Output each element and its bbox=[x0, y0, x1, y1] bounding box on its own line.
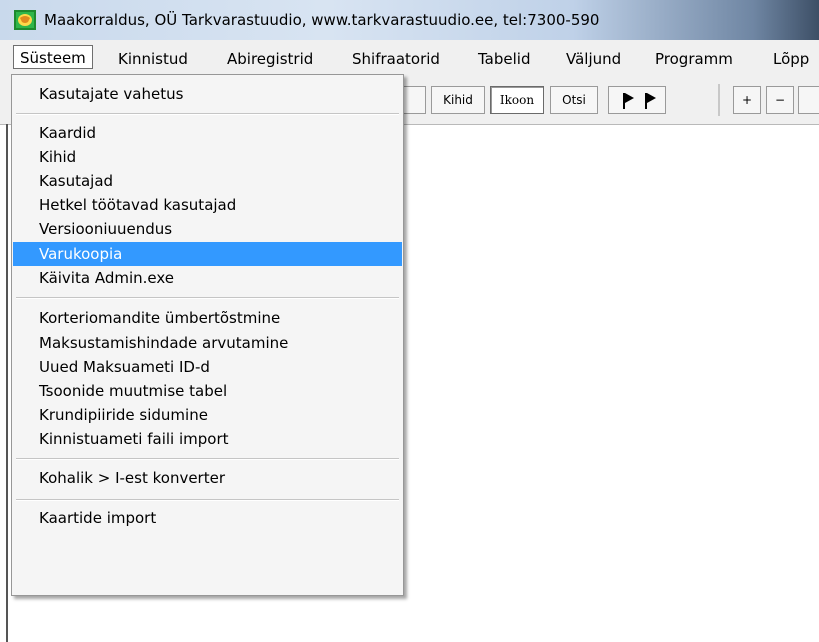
menu-item-tsoonide-muutmise-tabel[interactable]: Tsoonide muutmise tabel bbox=[13, 379, 402, 403]
menu-item-kohalik-konverter[interactable]: Kohalik > I-est konverter bbox=[13, 466, 402, 490]
app-globe-icon bbox=[14, 10, 36, 30]
menu-valjund[interactable]: Väljund bbox=[566, 49, 621, 69]
toolbar-separator bbox=[718, 84, 720, 116]
menu-item-varukoopia[interactable]: Varukoopia bbox=[13, 242, 402, 266]
menu-separator bbox=[16, 113, 399, 115]
menu-separator bbox=[16, 458, 399, 460]
menu-item-kasutajate-vahetus[interactable]: Kasutajate vahetus bbox=[13, 82, 402, 106]
menu-programm[interactable]: Programm bbox=[655, 49, 733, 69]
box-button[interactable] bbox=[798, 86, 819, 114]
menu-item-krundipiiride-sidumine[interactable]: Krundipiiride sidumine bbox=[13, 403, 402, 427]
menu-shifraatorid[interactable]: Shifraatorid bbox=[352, 49, 440, 69]
menu-item-versiooniuuendus[interactable]: Versiooniuuendus bbox=[13, 217, 402, 241]
menu-item-korteriomandite[interactable]: Korteriomandite ümbertõstmine bbox=[13, 306, 402, 330]
menu-item-uued-maksuameti-id[interactable]: Uued Maksuameti ID-d bbox=[13, 355, 402, 379]
flag-icon bbox=[623, 93, 625, 109]
zoom-out-button[interactable]: − bbox=[766, 86, 794, 114]
menu-lopp[interactable]: Lõpp bbox=[773, 49, 809, 69]
kihid-button[interactable]: Kihid bbox=[431, 86, 485, 114]
menu-tabelid[interactable]: Tabelid bbox=[478, 49, 530, 69]
content-left-border bbox=[6, 124, 8, 642]
window-title: Maakorraldus, OÜ Tarkvarastuudio, www.ta… bbox=[44, 11, 600, 29]
flag-icon bbox=[645, 93, 647, 109]
ikoon-button[interactable]: Ikoon bbox=[490, 86, 544, 114]
menu-item-kaivita-admin[interactable]: Käivita Admin.exe bbox=[13, 266, 402, 290]
menu-item-kaartide-import[interactable]: Kaartide import bbox=[13, 506, 402, 530]
menu-systeem[interactable]: Süsteem bbox=[13, 45, 93, 69]
otsi-button[interactable]: Otsi bbox=[550, 86, 598, 114]
toolbar-button-partial[interactable] bbox=[402, 86, 426, 114]
menu-separator bbox=[16, 499, 399, 501]
menu-separator bbox=[16, 297, 399, 299]
menu-kinnistud[interactable]: Kinnistud bbox=[118, 49, 188, 69]
menu-item-kihid[interactable]: Kihid bbox=[13, 145, 402, 169]
title-bar: Maakorraldus, OÜ Tarkvarastuudio, www.ta… bbox=[0, 0, 819, 40]
menu-bar: Süsteem Kinnistud Abiregistrid Shifraato… bbox=[0, 40, 819, 74]
menu-item-kasutajad[interactable]: Kasutajad bbox=[13, 169, 402, 193]
menu-abiregistrid[interactable]: Abiregistrid bbox=[227, 49, 313, 69]
menu-item-hetkel-tootavad-kasutajad[interactable]: Hetkel töötavad kasutajad bbox=[13, 193, 402, 217]
menu-item-kaardid[interactable]: Kaardid bbox=[13, 121, 402, 145]
zoom-in-button[interactable]: + bbox=[733, 86, 761, 114]
systeem-dropdown-menu: Kasutajate vahetus Kaardid Kihid Kasutaj… bbox=[11, 74, 404, 596]
menu-item-kinnistuameti-faili-import[interactable]: Kinnistuameti faili import bbox=[13, 427, 402, 451]
flags-button[interactable] bbox=[608, 86, 666, 114]
menu-item-maksustamishindade[interactable]: Maksustamishindade arvutamine bbox=[13, 331, 402, 355]
